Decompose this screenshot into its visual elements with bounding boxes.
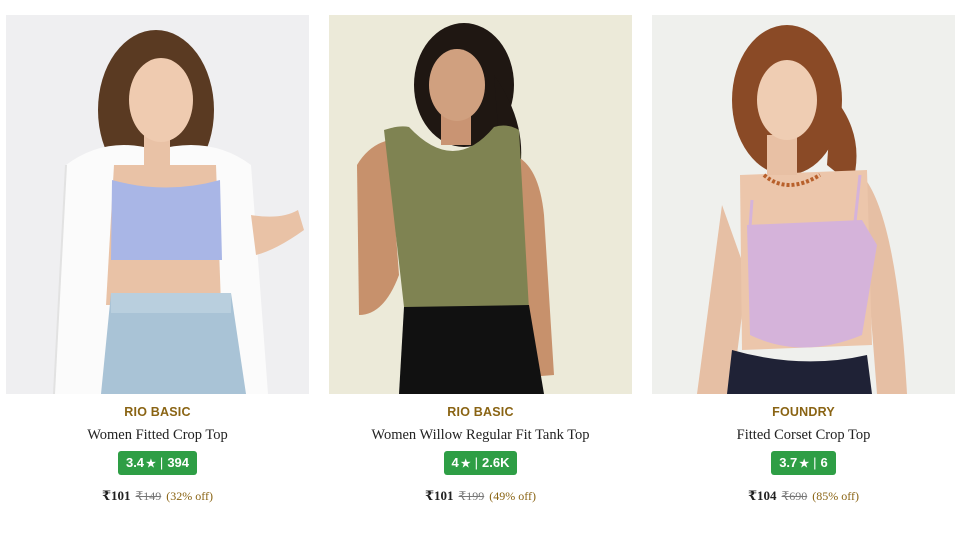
- original-price: ₹149: [135, 489, 162, 503]
- rating-separator: |: [159, 455, 164, 470]
- discount-label: (85% off): [812, 489, 859, 503]
- product-image[interactable]: [652, 15, 955, 394]
- product-image[interactable]: [329, 15, 632, 394]
- star-icon: ★: [799, 458, 810, 470]
- product-card[interactable]: FOUNDRY Fitted Corset Crop Top 3.7 ★ | 6 ₹1…: [652, 15, 955, 504]
- product-photo: [329, 15, 632, 394]
- rating-value: 4: [451, 455, 459, 470]
- rating-wrapper: 4 ★ | 2.6K: [329, 451, 632, 476]
- rating-badge: 4 ★ | 2.6K: [443, 451, 518, 475]
- rating-wrapper: 3.4 ★ | 394: [6, 451, 309, 476]
- rating-badge: 3.7 ★ | 6: [771, 451, 836, 475]
- sale-price: ₹101: [102, 488, 131, 503]
- original-price: ₹199: [458, 489, 485, 503]
- product-brand: RIO BASIC: [124, 405, 191, 419]
- rating-value: 3.4: [125, 455, 145, 470]
- product-grid: RIO BASIC Women Fitted Crop Top 3.4 ★ | 394…: [0, 0, 979, 547]
- sale-price: ₹104: [748, 488, 777, 503]
- star-icon: ★: [146, 458, 156, 470]
- rating-value: 3.7: [779, 455, 798, 470]
- review-count: 394: [167, 455, 190, 470]
- price-row: ₹101 ₹199 (49% off): [329, 488, 632, 504]
- product-title[interactable]: Women Fitted Crop Top: [6, 427, 309, 444]
- product-photo: [6, 15, 309, 394]
- discount-label: (32% off): [166, 489, 213, 503]
- rating-separator: |: [813, 455, 817, 470]
- discount-label: (49% off): [489, 489, 536, 503]
- product-brand: RIO BASIC: [447, 405, 514, 419]
- price-row: ₹104 ₹690 (85% off): [652, 488, 955, 504]
- product-card[interactable]: RIO BASIC Women Willow Regular Fit Tank …: [329, 15, 632, 504]
- product-card[interactable]: RIO BASIC Women Fitted Crop Top 3.4 ★ | 394…: [6, 15, 309, 504]
- product-title[interactable]: Women Willow Regular Fit Tank Top: [329, 427, 632, 444]
- rating-wrapper: 3.7 ★ | 6: [652, 451, 955, 476]
- rating-badge: 3.4 ★ | 394: [117, 451, 198, 475]
- price-row: ₹101 ₹149 (32% off): [6, 488, 309, 504]
- product-brand: FOUNDRY: [772, 405, 835, 419]
- review-count: 6: [820, 455, 828, 470]
- rating-separator: |: [474, 455, 479, 470]
- product-photo: [652, 15, 955, 394]
- star-icon: ★: [460, 458, 471, 470]
- sale-price: ₹101: [425, 488, 454, 503]
- product-image[interactable]: [6, 15, 309, 394]
- review-count: 2.6K: [482, 455, 510, 470]
- product-title[interactable]: Fitted Corset Crop Top: [652, 427, 955, 444]
- foundry-f-logo-icon: [917, 28, 941, 70]
- original-price: ₹690: [781, 489, 808, 503]
